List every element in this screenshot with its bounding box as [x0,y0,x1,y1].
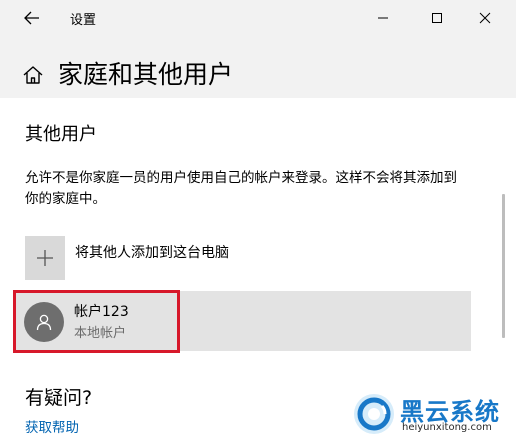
add-tile [25,236,65,280]
maximize-icon [432,13,442,23]
title-bar: 设置 [0,0,516,36]
section-title-other-users: 其他用户 [25,124,97,145]
back-arrow-icon [24,11,39,25]
plus-icon [37,250,53,266]
minimize-icon [378,17,388,19]
settings-window: 设置 家庭和其他用户 其他用户 允许不是你家庭一员的用户使用自己的帐户来登录。这… [0,0,516,440]
window-title: 设置 [70,13,97,28]
close-icon [479,12,491,24]
watermark-url: heiyunxitong.com [402,422,492,433]
highlight-box [13,290,180,353]
add-other-user-button[interactable]: 将其他人添加到这台电脑 [25,236,229,282]
maximize-button[interactable] [414,0,460,36]
watermark-logo-icon [354,394,394,434]
back-button[interactable] [10,0,54,36]
help-heading: 有疑问? [25,387,93,409]
page-title: 家庭和其他用户 [58,60,234,89]
close-button[interactable] [462,0,508,36]
get-help-link[interactable]: 获取帮助 [25,416,79,436]
watermark: 黑云系统 heiyunxitong.com [352,392,512,438]
add-other-user-label: 将其他人添加到这台电脑 [75,245,229,261]
scrollbar[interactable] [502,194,505,338]
minimize-button[interactable] [360,0,406,36]
section-description: 允许不是你家庭一员的用户使用自己的帐户来登录。这样不会将其添加到你的家庭中。 [25,170,457,207]
home-icon[interactable] [22,64,44,86]
